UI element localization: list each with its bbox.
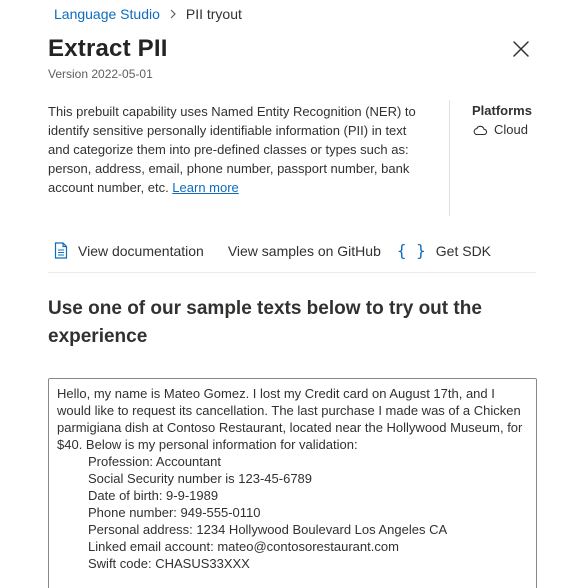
close-button[interactable] — [508, 36, 534, 62]
platform-label: Cloud — [494, 122, 528, 137]
sample-text-intro: Hello, my name is Mateo Gomez. I lost my… — [57, 386, 523, 452]
vertical-divider — [449, 100, 450, 216]
get-sdk-link[interactable]: { } Get SDK — [397, 241, 491, 260]
breadcrumb-current: PII tryout — [185, 6, 242, 22]
chevron-right-icon — [169, 9, 177, 19]
capability-description: This prebuilt capability uses Named Enti… — [48, 102, 418, 197]
document-icon — [54, 242, 68, 259]
platforms-panel: Platforms Cloud — [472, 103, 532, 137]
section-title: Use one of our sample texts below to try… — [48, 298, 482, 347]
breadcrumb: Language Studio PII tryout — [54, 5, 242, 23]
sample-detail-line: Social Security number is 123-45-6789 — [88, 471, 313, 486]
view-samples-github-link[interactable]: View samples on GitHub — [228, 243, 381, 259]
resource-links: View documentation View samples on GitHu… — [54, 241, 491, 260]
close-icon — [513, 41, 529, 57]
sample-detail-line: Profession: Accountant — [88, 454, 221, 469]
view-samples-github-label: View samples on GitHub — [227, 242, 381, 259]
page-title: Extract PII — [48, 35, 168, 62]
horizontal-divider — [48, 272, 536, 273]
breadcrumb-language-studio-link[interactable]: Language Studio — [54, 6, 160, 22]
sample-detail-line: Linked email account: mateo@contosoresta… — [88, 539, 399, 554]
sample-detail-line: Personal address: 1234 Hollywood Bouleva… — [88, 522, 448, 537]
view-documentation-label: View documentation — [78, 242, 204, 259]
code-braces-icon: { } — [396, 241, 426, 260]
version-label: Version 2022-05-01 — [48, 67, 153, 81]
get-sdk-label: Get SDK — [435, 242, 492, 259]
platforms-title: Platforms — [472, 103, 532, 118]
sample-text-box[interactable]: Hello, my name is Mateo Gomez. I lost my… — [48, 378, 537, 588]
learn-more-link[interactable]: Learn more — [172, 180, 238, 195]
cloud-icon — [473, 125, 488, 135]
view-documentation-link[interactable]: View documentation — [54, 242, 204, 259]
platform-cloud: Cloud — [472, 122, 532, 137]
sample-detail-line: Date of birth: 9-9-1989 — [88, 488, 219, 503]
sample-detail-line: Swift code: CHASUS33XXX — [88, 556, 250, 571]
sample-detail-line: Phone number: 949-555-0110 — [88, 505, 261, 520]
